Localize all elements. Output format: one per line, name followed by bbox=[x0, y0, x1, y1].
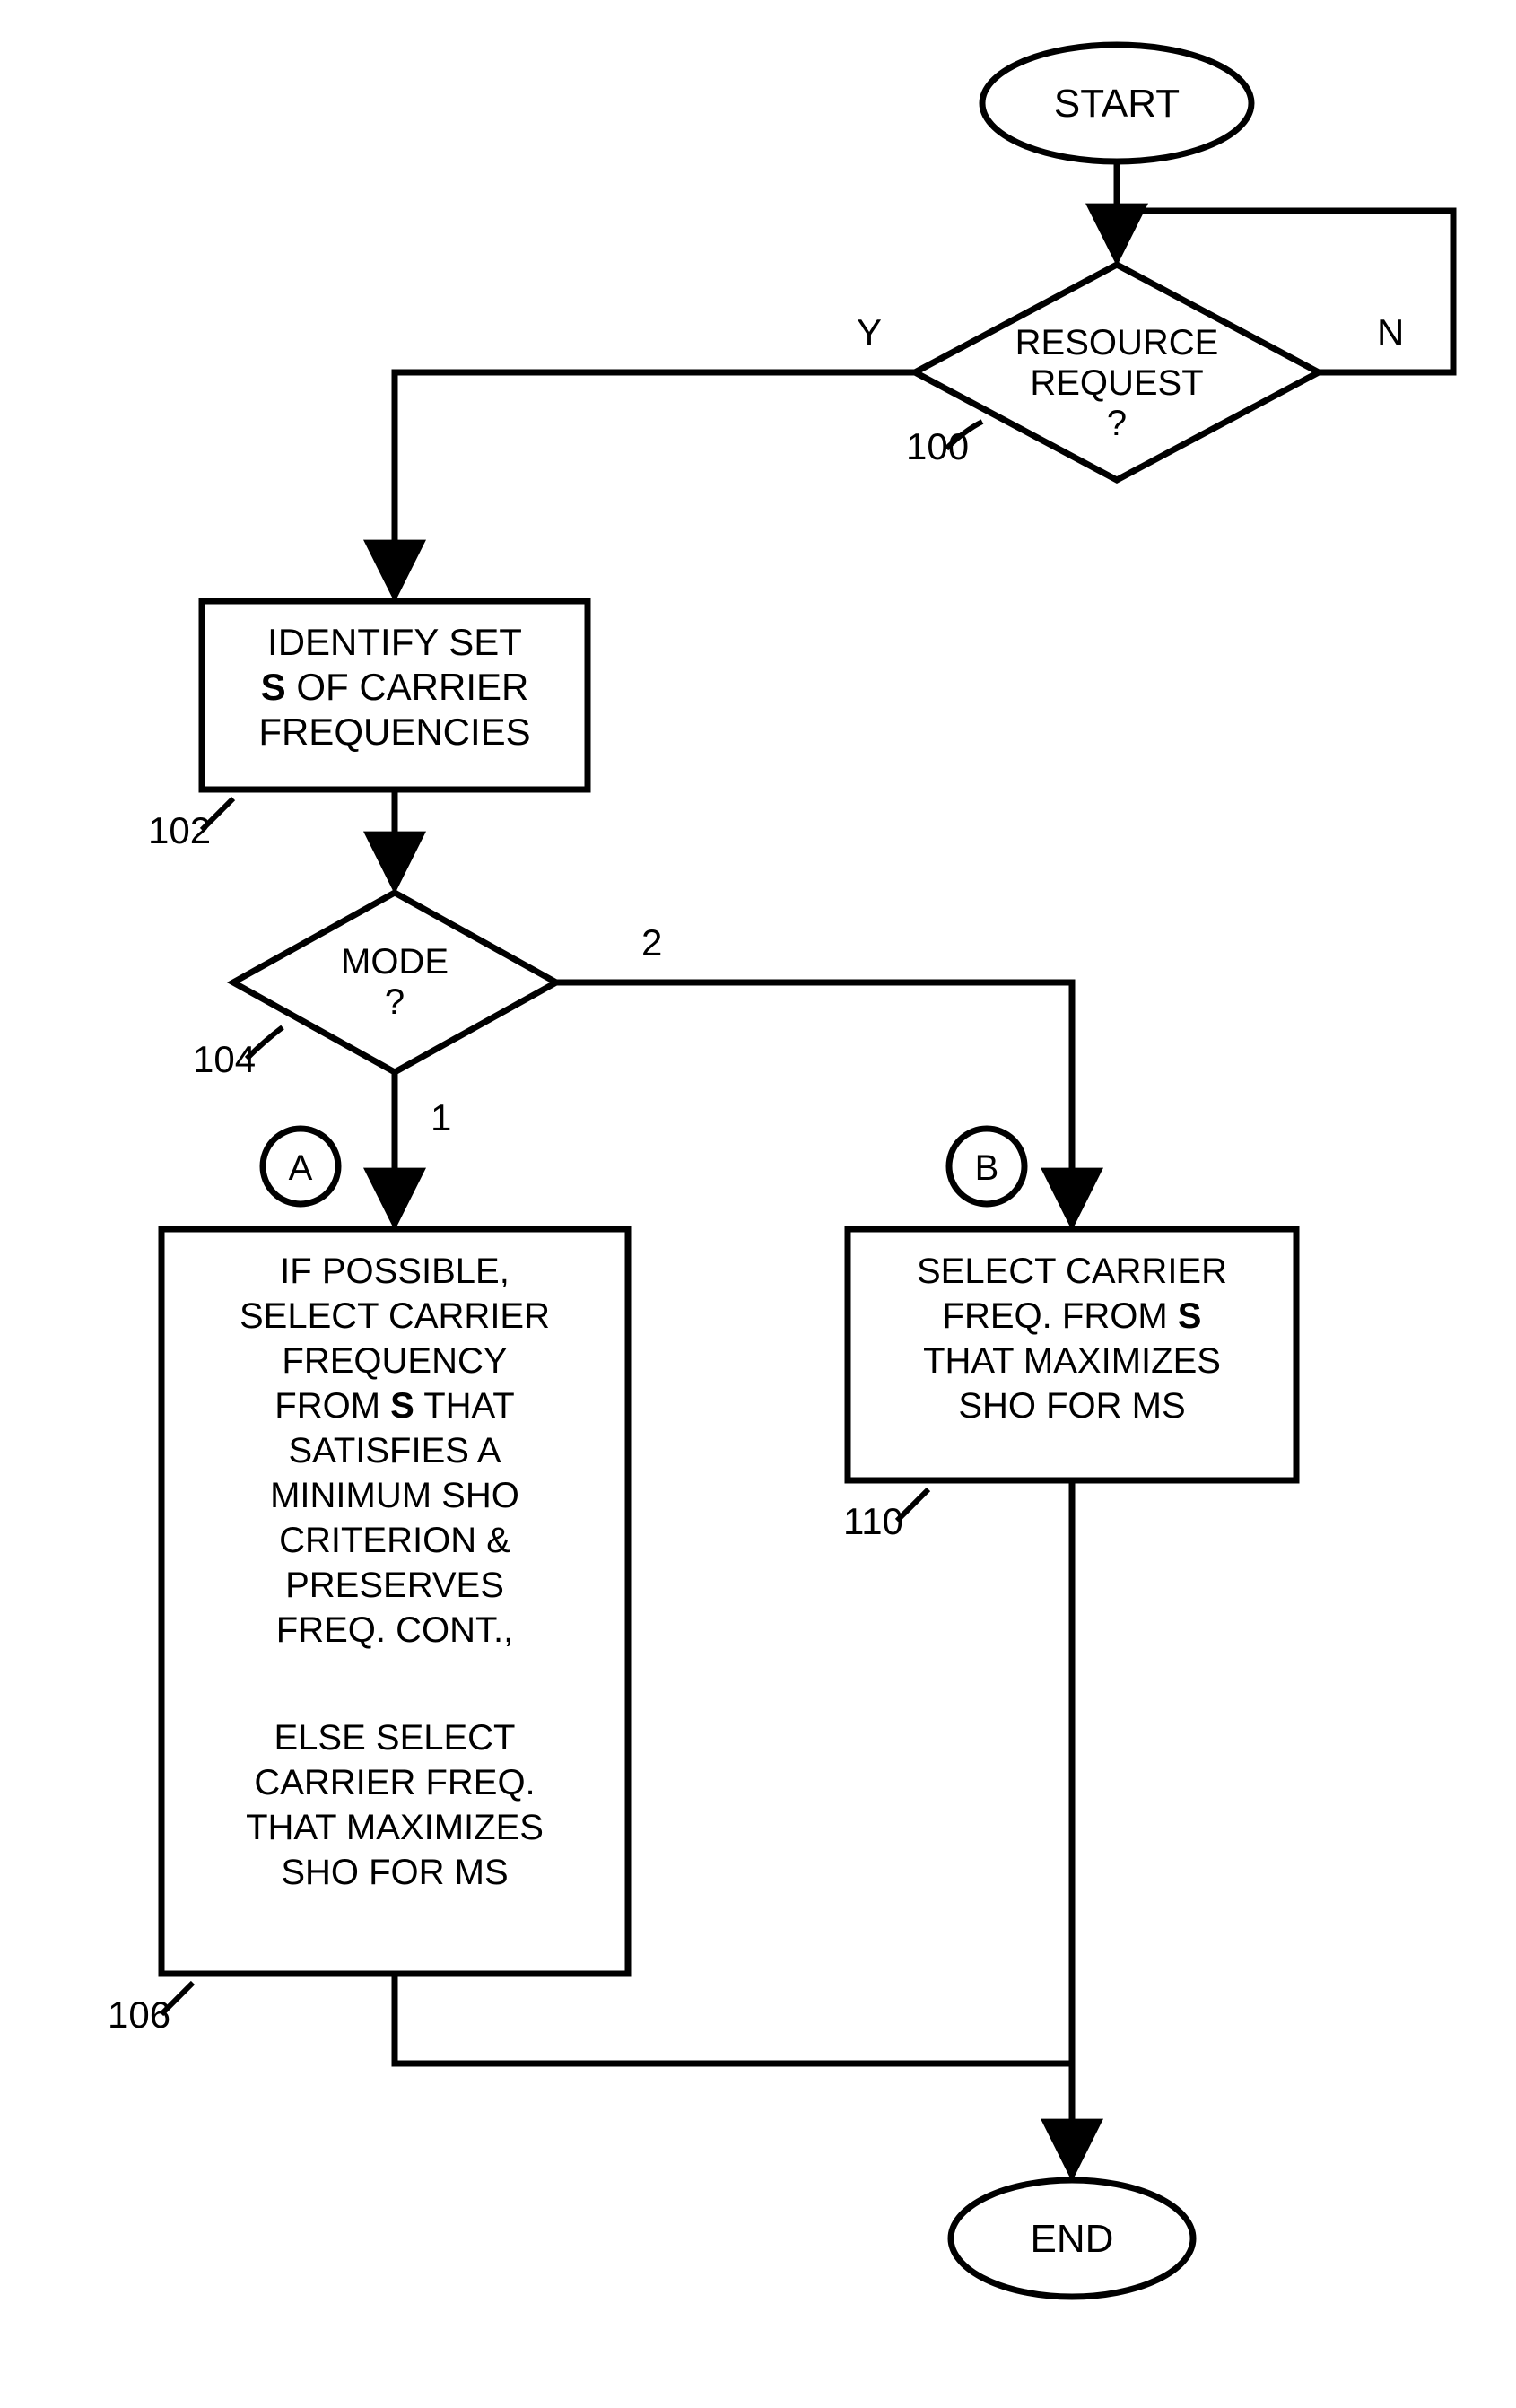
resource-request-line3: ? bbox=[1107, 404, 1127, 443]
n106-l13: THAT MAXIMIZES bbox=[246, 1808, 544, 1847]
n106-l9: FREQ. CONT., bbox=[276, 1610, 513, 1650]
resource-request-line1: RESOURCE bbox=[1015, 323, 1219, 362]
mode-line2: ? bbox=[385, 982, 405, 1022]
label-N: N bbox=[1377, 311, 1404, 353]
start-node: START bbox=[982, 45, 1251, 161]
process-106: IF POSSIBLE, SELECT CARRIER FREQUENCY FR… bbox=[161, 1229, 628, 1974]
flowchart-svg: START RESOURCE REQUEST ? 100 N Y IDENTIF… bbox=[0, 0, 1516, 2408]
label-Y: Y bbox=[857, 311, 882, 353]
n102-line3: FREQUENCIES bbox=[258, 711, 530, 753]
ref-110: 110 bbox=[843, 1489, 928, 1542]
connector-B-label: B bbox=[975, 1148, 999, 1188]
ref-100: 100 bbox=[906, 422, 982, 467]
n106-l8: PRESERVES bbox=[285, 1566, 504, 1605]
start-label: START bbox=[1054, 82, 1180, 126]
n106-l3: FREQUENCY bbox=[282, 1341, 507, 1381]
n106-l14: SHO FOR MS bbox=[281, 1853, 508, 1892]
n106-l11: ELSE SELECT bbox=[274, 1718, 515, 1758]
n106-l6: MINIMUM SHO bbox=[270, 1476, 519, 1515]
n110-l1: SELECT CARRIER bbox=[917, 1252, 1227, 1291]
n110-l2: FREQ. FROM S bbox=[943, 1296, 1202, 1336]
ref-102-text: 102 bbox=[148, 809, 211, 851]
ref-106: 106 bbox=[108, 1983, 193, 2036]
ref-104: 104 bbox=[193, 1027, 283, 1080]
n110-l3: THAT MAXIMIZES bbox=[923, 1341, 1221, 1381]
n102-line1: IDENTIFY SET bbox=[267, 621, 522, 663]
n106-l12: CARRIER FREQ. bbox=[254, 1763, 535, 1802]
n106-l5: SATISFIES A bbox=[288, 1431, 501, 1470]
connector-A-label: A bbox=[289, 1148, 313, 1188]
label-2: 2 bbox=[641, 921, 662, 964]
ref-100-text: 100 bbox=[906, 425, 969, 467]
process-identify-set: IDENTIFY SET S OF CARRIER FREQUENCIES bbox=[202, 601, 588, 790]
ref-104-text: 104 bbox=[193, 1038, 256, 1080]
ref-102: 102 bbox=[148, 798, 233, 851]
mode-line1: MODE bbox=[341, 942, 449, 982]
ref-106-text: 106 bbox=[108, 1994, 170, 2036]
connector-B: B bbox=[949, 1129, 1024, 1204]
edge-106-to-join bbox=[395, 1974, 1072, 2063]
edge-100-yes: Y bbox=[395, 311, 915, 592]
connector-A: A bbox=[263, 1129, 338, 1204]
end-node: END bbox=[951, 2180, 1193, 2297]
edge-104-branch1: 1 bbox=[395, 1072, 451, 1220]
ref-110-text: 110 bbox=[843, 1500, 903, 1542]
decision-mode: MODE ? bbox=[233, 893, 556, 1072]
label-1: 1 bbox=[431, 1096, 451, 1139]
n106-l7: CRITERION & bbox=[279, 1521, 510, 1560]
n106-l1: IF POSSIBLE, bbox=[280, 1252, 510, 1291]
process-110: SELECT CARRIER FREQ. FROM S THAT MAXIMIZ… bbox=[848, 1229, 1296, 1480]
n110-l4: SHO FOR MS bbox=[958, 1386, 1185, 1426]
decision-resource-request: RESOURCE REQUEST ? bbox=[915, 265, 1319, 480]
n102-line2: S OF CARRIER bbox=[261, 666, 529, 708]
n106-l4: FROM S THAT bbox=[274, 1386, 514, 1426]
end-label: END bbox=[1031, 2217, 1114, 2261]
n106-l2: SELECT CARRIER bbox=[240, 1296, 550, 1336]
resource-request-line2: REQUEST bbox=[1030, 363, 1203, 403]
